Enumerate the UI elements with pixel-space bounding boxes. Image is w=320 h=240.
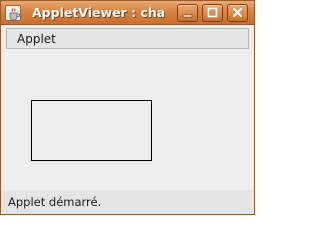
menu-bar: Applet xyxy=(6,28,249,49)
title-bar[interactable]: AppletViewer : cha xyxy=(1,1,254,25)
maximize-icon xyxy=(207,7,218,18)
java-coffee-cup-icon[interactable] xyxy=(5,5,21,21)
status-bar: Applet démarré. xyxy=(1,190,254,214)
minimize-icon xyxy=(182,14,193,18)
minimize-button[interactable] xyxy=(177,4,198,22)
status-text: Applet démarré. xyxy=(8,195,102,209)
close-icon xyxy=(233,8,242,17)
applet-viewer-window: AppletViewer : cha Applet Applet démarré… xyxy=(0,0,255,215)
window-title: AppletViewer : cha xyxy=(32,5,166,20)
maximize-button[interactable] xyxy=(202,4,223,22)
close-button[interactable] xyxy=(227,4,248,22)
drawn-rectangle xyxy=(31,100,152,161)
applet-canvas[interactable] xyxy=(6,50,249,189)
menu-applet[interactable]: Applet xyxy=(17,31,56,47)
